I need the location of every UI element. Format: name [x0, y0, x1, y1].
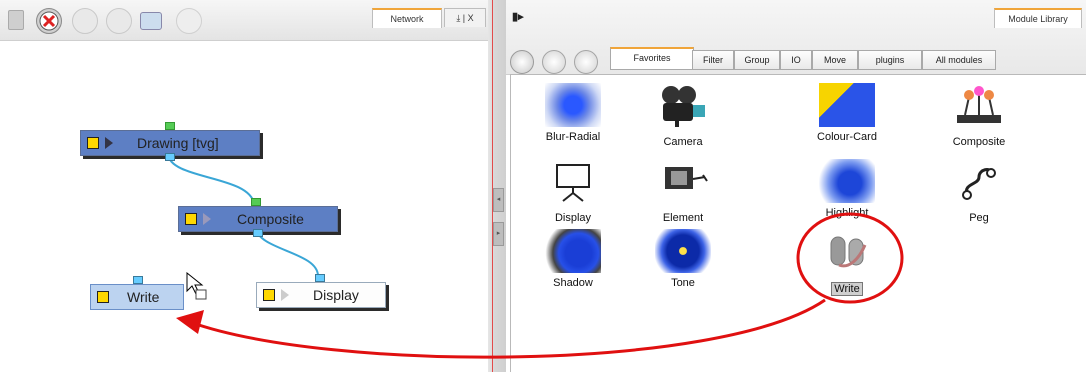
- arrowhead-icon: [176, 310, 204, 334]
- drag-arrow: [189, 298, 826, 359]
- highlight-circle: [796, 212, 904, 304]
- drag-annotation: [176, 212, 904, 359]
